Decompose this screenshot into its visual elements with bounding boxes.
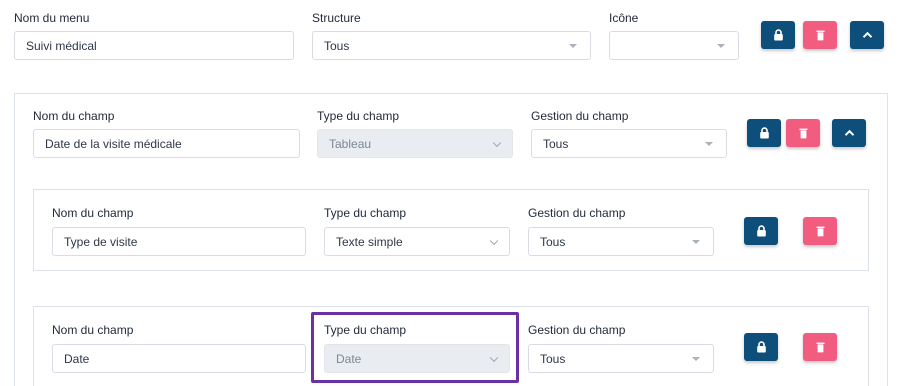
- trash-icon: [816, 30, 824, 40]
- field-type-select: Tableau: [317, 129, 513, 158]
- subfield-delete-button[interactable]: [803, 217, 837, 245]
- chevron-down-icon: [492, 138, 502, 147]
- field-name-input[interactable]: Date de la visite médicale: [33, 129, 300, 158]
- subfield-name-input[interactable]: Type de visite: [52, 227, 306, 256]
- subfield-management-select[interactable]: Tous: [528, 344, 714, 373]
- field-type-label: Type du champ: [317, 109, 400, 123]
- lock-icon: [759, 127, 769, 139]
- structure-label: Structure: [312, 11, 361, 25]
- field-name-label: Nom du champ: [33, 109, 115, 123]
- subfield-name-label: Nom du champ: [52, 323, 134, 337]
- icon-label: Icône: [609, 11, 639, 25]
- trash-icon: [816, 226, 824, 236]
- subfield-type-label: Type du champ: [324, 206, 407, 220]
- lock-icon: [756, 341, 766, 353]
- structure-select[interactable]: Tous: [312, 31, 591, 60]
- subfield-management-select[interactable]: Tous: [528, 227, 714, 256]
- menu-name-input[interactable]: Suivi médical: [14, 31, 294, 60]
- field-delete-button[interactable]: [786, 119, 820, 147]
- subfield-type-value: Texte simple: [336, 234, 403, 249]
- field-lock-button[interactable]: [747, 119, 781, 147]
- subfield-name-input[interactable]: Date: [52, 344, 306, 373]
- menu-lock-button[interactable]: [761, 21, 795, 49]
- icon-select[interactable]: [609, 31, 739, 60]
- caret-down-icon: [705, 141, 713, 146]
- subfield-management-label: Gestion du champ: [528, 323, 626, 337]
- menu-collapse-button[interactable]: [850, 21, 884, 49]
- field-type-value: Tableau: [329, 136, 372, 151]
- chevron-up-icon: [862, 31, 872, 38]
- structure-select-value: Tous: [324, 38, 350, 53]
- subfield-lock-button[interactable]: [744, 333, 778, 361]
- subfield-management-value: Tous: [540, 351, 566, 366]
- subfield-management-label: Gestion du champ: [528, 206, 626, 220]
- field-collapse-button[interactable]: [832, 119, 866, 147]
- subfield-management-value: Tous: [540, 234, 566, 249]
- chevron-down-icon: [489, 236, 499, 245]
- chevron-up-icon: [844, 129, 854, 136]
- menu-delete-button[interactable]: [803, 21, 837, 49]
- field-management-select[interactable]: Tous: [531, 129, 727, 158]
- caret-down-icon: [717, 43, 725, 48]
- lock-icon: [773, 29, 783, 41]
- trash-icon: [799, 128, 807, 138]
- caret-down-icon: [569, 43, 577, 48]
- field-management-label: Gestion du champ: [531, 109, 629, 123]
- subfield-delete-button[interactable]: [803, 333, 837, 361]
- highlight-frame: [311, 312, 519, 383]
- trash-icon: [816, 342, 824, 352]
- menu-name-label: Nom du menu: [14, 11, 90, 25]
- caret-down-icon: [692, 239, 700, 244]
- subfield-name-label: Nom du champ: [52, 206, 134, 220]
- lock-icon: [756, 225, 766, 237]
- caret-down-icon: [692, 356, 700, 361]
- subfield-lock-button[interactable]: [744, 217, 778, 245]
- subfield-type-select[interactable]: Texte simple: [324, 227, 510, 256]
- field-management-value: Tous: [543, 136, 569, 151]
